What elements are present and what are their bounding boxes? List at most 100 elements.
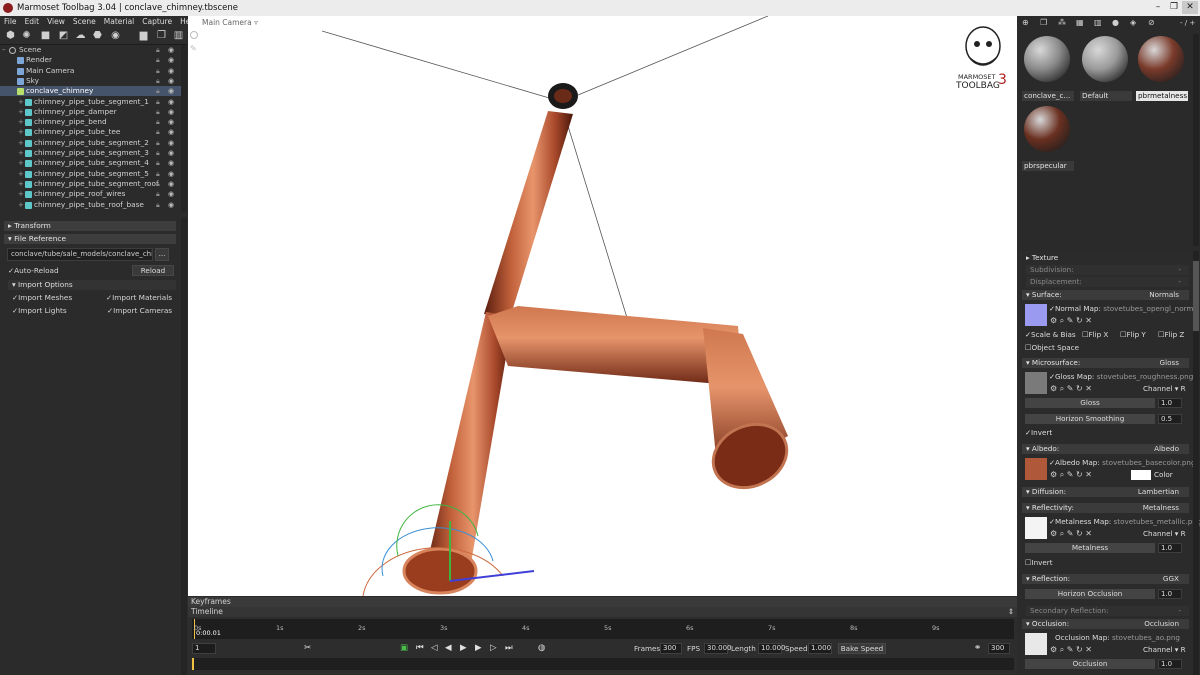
length-field[interactable]: 10.000 (758, 643, 786, 654)
cluster-icon[interactable]: ⁂ (1058, 18, 1066, 28)
expand-icon[interactable]: + (18, 169, 24, 179)
texture-section[interactable]: ▸ Texture (1022, 253, 1189, 263)
eye-icon[interactable]: ◉ (168, 45, 174, 55)
browse-button[interactable]: ... (155, 248, 169, 261)
displacement-row[interactable]: Displacement: - (1026, 277, 1189, 287)
eye-icon[interactable]: ◉ (168, 148, 174, 158)
duplicate-icon[interactable]: ❐ (156, 30, 167, 41)
albedo-color-swatch[interactable] (1131, 470, 1151, 480)
expand-icon[interactable]: + (18, 158, 24, 168)
editor-scrollbar[interactable] (1193, 251, 1199, 675)
material-thumbnail[interactable] (1138, 36, 1184, 82)
lock-icon[interactable]: 🔒︎ (156, 55, 160, 65)
secondary-reflection-row[interactable]: Secondary Reflection: - (1026, 606, 1189, 616)
horizon-occlusion-value[interactable]: 1.0 (1158, 589, 1182, 599)
gloss-value[interactable]: 1.0 (1158, 398, 1182, 408)
timeline-track[interactable]: 0:00.01 (192, 619, 1014, 639)
invert-checkbox[interactable]: ✓Invert (1025, 428, 1052, 438)
add-camera-icon[interactable]: ■ (40, 30, 51, 41)
expand-icon[interactable]: + (18, 127, 24, 137)
no-entry-icon[interactable]: ⊘ (1148, 18, 1155, 28)
reflection-dropdown[interactable]: GGX (1163, 574, 1179, 584)
collapse-icon[interactable]: – (2, 45, 6, 55)
lock-icon[interactable]: 🔒︎ (156, 86, 160, 96)
microsurface-dropdown[interactable]: Gloss (1160, 358, 1179, 368)
reflection-section[interactable]: ▾ Reflection: GGX (1022, 574, 1189, 584)
outliner-item[interactable]: + chimney_pipe_tube_tee 🔒︎ ◉ (0, 127, 181, 137)
timeline-scrubber[interactable] (192, 658, 1014, 670)
flip-x-checkbox[interactable]: ☐Flip X (1082, 330, 1108, 340)
flip-z-checkbox[interactable]: ☐Flip Z (1158, 330, 1184, 340)
folder-icon[interactable]: ▆ (138, 30, 149, 41)
lock-icon[interactable]: 🔒︎ (156, 169, 160, 179)
occlusion-dropdown[interactable]: Occlusion (1144, 619, 1179, 629)
minimize-button[interactable]: – (1150, 1, 1166, 14)
step-back-icon[interactable]: ◀ (445, 643, 452, 654)
metalness-map-checkbox[interactable]: ✓Metalness Map: stovetubes_metallic.png (1049, 517, 1200, 527)
occlusion-channel-dropdown[interactable]: Channel ▾ R (1143, 645, 1186, 655)
outliner-item[interactable]: + chimney_pipe_tube_segment_roof 🔒︎ ◉ (0, 179, 181, 189)
lock-icon[interactable]: 🔒︎ (156, 179, 160, 189)
speed-field[interactable]: 1.000 (808, 643, 832, 654)
outliner-item[interactable]: + chimney_pipe_tube_segment_4 🔒︎ ◉ (0, 158, 181, 168)
gloss-map-checkbox[interactable]: ✓Gloss Map: stovetubes_roughness.png (1049, 372, 1193, 382)
grid-icon[interactable]: ▦ (1076, 18, 1084, 28)
file-reference-section[interactable]: ▾ File Reference (4, 234, 176, 244)
material-thumbnail[interactable] (1082, 36, 1128, 82)
metalness-slider[interactable]: Metalness (1025, 543, 1155, 553)
scrubber-handle[interactable] (192, 658, 194, 670)
close-button[interactable]: ✕ (1182, 1, 1198, 14)
menu-view[interactable]: View (43, 16, 69, 27)
add-material-icon[interactable]: ⊕ (1022, 18, 1029, 28)
outliner-item[interactable]: + chimney_pipe_tube_segment_3 🔒︎ ◉ (0, 148, 181, 158)
map-tools-icon[interactable]: ⚙ ⌕ ✎ ↻ ✕ (1050, 529, 1092, 539)
fps-field[interactable]: 30.000 (704, 643, 732, 654)
outliner-item[interactable]: + chimney_pipe_roof_wires 🔒︎ ◉ (0, 189, 181, 199)
lock-icon[interactable]: 🔒︎ (156, 148, 160, 158)
albedo-map-thumbnail[interactable] (1025, 458, 1047, 480)
surface-section[interactable]: ▾ Surface: Normals (1022, 290, 1189, 300)
sphere-icon[interactable]: ● (1112, 18, 1119, 28)
diffusion-dropdown[interactable]: Lambertian (1138, 487, 1179, 497)
expand-icon[interactable]: + (18, 107, 24, 117)
eye-icon[interactable]: ◉ (168, 107, 174, 117)
outliner-item[interactable]: + chimney_pipe_bend 🔒︎ ◉ (0, 117, 181, 127)
occlusion-slider[interactable]: Occlusion (1025, 659, 1155, 669)
material-label[interactable]: conclave_c... (1022, 91, 1074, 101)
frames-field[interactable]: 300 (660, 643, 682, 654)
menu-scene[interactable]: Scene (69, 16, 100, 27)
reload-button[interactable]: Reload (132, 265, 174, 276)
eye-icon[interactable]: ◉ (168, 86, 174, 96)
lock-icon[interactable]: 🔒︎ (156, 189, 160, 199)
scale-bias-checkbox[interactable]: ✓Scale & Bias (1025, 330, 1076, 340)
outliner-item[interactable]: + chimney_pipe_tube_segment_1 🔒︎ ◉ (0, 97, 181, 107)
expand-icon[interactable]: + (18, 117, 24, 127)
auto-reload-checkbox[interactable]: ✓Auto-Reload (8, 266, 59, 276)
gloss-map-thumbnail[interactable] (1025, 372, 1047, 394)
trash-icon[interactable]: ▥ (1094, 18, 1102, 28)
lock-icon[interactable]: 🔒︎ (156, 200, 160, 210)
eye-icon[interactable]: ◉ (168, 138, 174, 148)
eye-icon[interactable]: ◉ (168, 76, 174, 86)
add-light-icon[interactable]: ✺ (21, 30, 32, 41)
material-label[interactable]: pbrmetalness (1136, 91, 1188, 101)
collapse-icon[interactable]: ⇕ (1008, 607, 1014, 616)
add-mesh-icon[interactable]: ⬢ (5, 30, 16, 41)
gloss-channel-dropdown[interactable]: Channel ▾ R (1143, 384, 1186, 394)
microsurface-section[interactable]: ▾ Microsurface: Gloss (1022, 358, 1189, 368)
outliner-item[interactable]: Sky 🔒︎ ◉ (0, 76, 181, 86)
menu-file[interactable]: File (0, 16, 21, 27)
material-label[interactable]: Default (1080, 91, 1132, 101)
material-thumbnail[interactable] (1024, 36, 1070, 82)
maximize-button[interactable]: ❐ (1166, 1, 1182, 14)
expand-icon[interactable]: + (18, 200, 24, 210)
add-turntable-icon[interactable]: ⬣ (92, 30, 103, 41)
map-tools-icon[interactable]: ⚙ ⌕ ✎ ↻ ✕ (1050, 470, 1092, 480)
skip-start-icon[interactable]: ⏮ (416, 643, 424, 654)
metalness-channel-dropdown[interactable]: Channel ▾ R (1143, 529, 1186, 539)
lock-icon[interactable]: 🔒︎ (156, 158, 160, 168)
horizon-smoothing-value[interactable]: 0.5 (1158, 414, 1182, 424)
play-icon[interactable]: ▶ (460, 643, 467, 654)
end-frame-field[interactable]: 300 (988, 643, 1010, 654)
lock-icon[interactable]: 🔒︎ (156, 66, 160, 76)
